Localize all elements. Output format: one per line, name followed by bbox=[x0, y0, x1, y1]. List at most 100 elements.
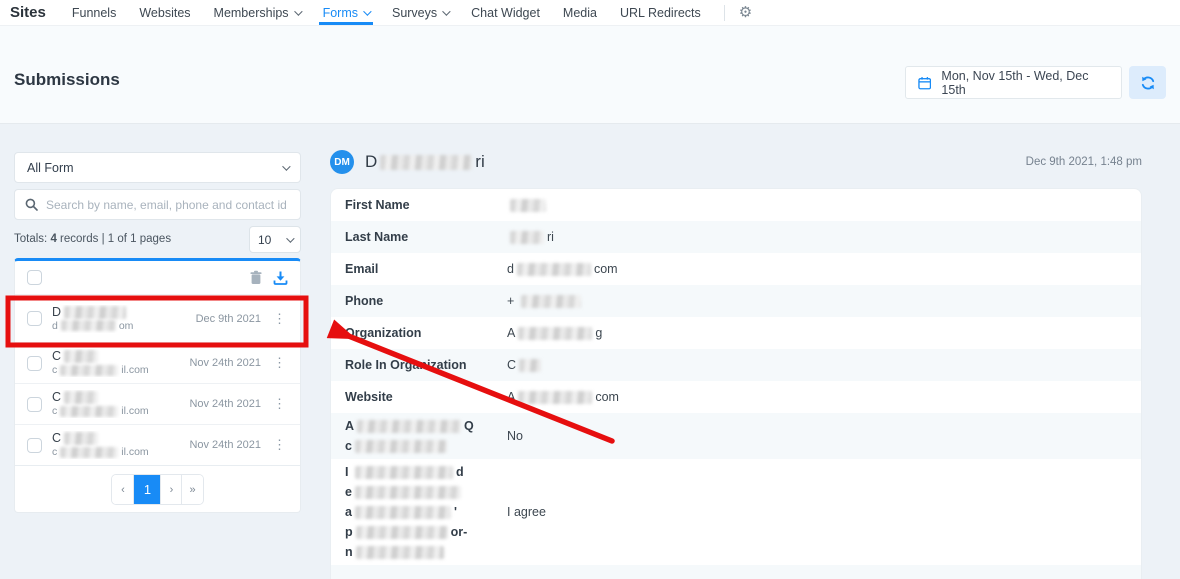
redacted-blur bbox=[510, 198, 546, 212]
field-label-line: I d bbox=[345, 462, 507, 482]
row-menu-kebab-icon[interactable]: ⋮ bbox=[271, 355, 288, 371]
row-email: c il.com bbox=[52, 364, 179, 377]
field-value-text: com bbox=[593, 262, 618, 276]
nav-separator bbox=[723, 4, 725, 21]
nav-item-label: Funnels bbox=[71, 5, 117, 20]
nav-item-label: Memberships bbox=[213, 5, 289, 20]
row-checkbox[interactable] bbox=[27, 396, 42, 412]
field-label-text: n bbox=[345, 545, 353, 559]
redacted-blur bbox=[60, 320, 116, 332]
field-label-line: a ' bbox=[345, 502, 507, 522]
row-menu-kebab-icon[interactable]: ⋮ bbox=[271, 437, 288, 453]
submission-row[interactable]: Cc il.com Nov 24th 2021 ⋮ bbox=[15, 342, 300, 383]
brand-sites[interactable]: Sites bbox=[10, 4, 46, 21]
nav-item-label: Surveys bbox=[391, 5, 438, 20]
pagination: ‹ 1 › » bbox=[111, 474, 204, 505]
field-value: C bbox=[507, 358, 544, 372]
nav-item-label: Media bbox=[562, 5, 597, 20]
redacted-blur bbox=[354, 505, 451, 519]
list-footer: ‹ 1 › » bbox=[15, 465, 300, 513]
redacted-blur bbox=[354, 465, 453, 479]
redacted-blur bbox=[518, 326, 593, 340]
row-contact: Cc il.com bbox=[52, 431, 179, 459]
field-label-line: Role In Organization bbox=[345, 355, 507, 375]
redacted-blur bbox=[60, 364, 119, 376]
submission-row[interactable]: Cc il.com Nov 24th 2021 ⋮ bbox=[15, 383, 300, 424]
row-email-text: c bbox=[52, 405, 58, 417]
row-date: Dec 9th 2021 bbox=[195, 312, 261, 325]
row-name-text: C bbox=[52, 349, 62, 363]
nav-item-surveys[interactable]: Surveys bbox=[391, 0, 451, 25]
submission-row[interactable]: Cc il.com Nov 24th 2021 ⋮ bbox=[15, 424, 300, 465]
row-email-text: c bbox=[52, 364, 58, 376]
nav-item-websites[interactable]: Websites bbox=[139, 0, 190, 25]
field-label: Phone bbox=[331, 291, 507, 311]
nav-item-label: URL Redirects bbox=[619, 5, 701, 20]
nav-item-label: Forms bbox=[322, 5, 358, 20]
submission-row[interactable]: Dd om Dec 9th 2021 ⋮ bbox=[15, 294, 300, 342]
row-menu-kebab-icon[interactable]: ⋮ bbox=[271, 311, 288, 327]
field-label-text: d bbox=[455, 465, 464, 479]
field-value-text: No bbox=[507, 429, 523, 443]
redacted-blur bbox=[60, 405, 119, 417]
submission-timestamp: Dec 9th 2021, 1:48 pm bbox=[1025, 156, 1142, 168]
redacted-blur bbox=[60, 446, 119, 458]
nav-item-memberships[interactable]: Memberships bbox=[213, 0, 303, 25]
field-label-line: n bbox=[345, 542, 507, 562]
field-rows: First Name Last Name ri Email d com Phone + Org… bbox=[331, 189, 1141, 565]
nav-item-media[interactable]: Media bbox=[563, 0, 597, 25]
list-header bbox=[15, 261, 300, 294]
row-email: d om bbox=[52, 320, 186, 333]
field-label: Role In Organization bbox=[331, 355, 507, 375]
field-value: ri bbox=[507, 230, 554, 244]
row-checkbox[interactable] bbox=[27, 311, 42, 326]
nav-item-forms[interactable]: Forms bbox=[318, 0, 374, 25]
delete-button[interactable] bbox=[249, 270, 263, 285]
field-label-text: Email bbox=[345, 262, 379, 276]
nav-items: Funnels Websites Memberships Forms Surveys Ch… bbox=[72, 0, 724, 25]
chevron-down-icon bbox=[282, 161, 291, 171]
field-value-text: g bbox=[595, 326, 603, 340]
field-label-line: Last Name bbox=[345, 227, 507, 247]
nav-item-funnels[interactable]: Funnels bbox=[72, 0, 116, 25]
refresh-button[interactable] bbox=[1129, 66, 1166, 99]
field-value-text: I agree bbox=[507, 505, 546, 519]
row-name: C bbox=[52, 349, 179, 364]
export-download-button[interactable] bbox=[273, 270, 288, 285]
page-header: Submissions Mon, Nov 15th - Wed, Dec 15t… bbox=[0, 26, 1180, 124]
nav-item-url-redirects[interactable]: URL Redirects bbox=[620, 0, 701, 25]
field-value: Ag bbox=[507, 326, 602, 340]
page-size-select[interactable]: 10 bbox=[249, 226, 301, 253]
select-all-checkbox[interactable] bbox=[27, 270, 42, 285]
field-label-line: Phone bbox=[345, 291, 507, 311]
next-page-button[interactable]: › bbox=[160, 475, 182, 504]
redacted-blur bbox=[510, 230, 544, 244]
field-row: Role In Organization C bbox=[331, 349, 1141, 381]
nav-item-label: Chat Widget bbox=[471, 5, 540, 20]
form-filter-select[interactable]: All Form bbox=[14, 152, 301, 183]
row-date: Nov 24th 2021 bbox=[189, 398, 261, 410]
search-input[interactable] bbox=[46, 197, 290, 212]
last-page-button[interactable]: » bbox=[181, 475, 203, 504]
form-filter-value: All Form bbox=[27, 160, 74, 175]
field-label-text: a bbox=[345, 505, 352, 519]
prev-page-button[interactable]: ‹ bbox=[112, 475, 134, 504]
chevron-down-icon bbox=[442, 6, 451, 16]
page-1-button[interactable]: 1 bbox=[133, 475, 161, 504]
field-label-text: Last Name bbox=[345, 230, 409, 244]
row-checkbox[interactable] bbox=[27, 355, 42, 371]
field-label-text: ' bbox=[453, 505, 457, 519]
field-row: Website Acom bbox=[331, 381, 1141, 413]
field-value-text: com bbox=[595, 390, 619, 404]
field-row: A Qc No bbox=[331, 413, 1141, 459]
settings-gear-icon[interactable]: ⚙ bbox=[739, 5, 752, 20]
date-range-picker[interactable]: Mon, Nov 15th - Wed, Dec 15th bbox=[905, 66, 1122, 99]
row-checkbox[interactable] bbox=[27, 437, 42, 453]
row-name: C bbox=[52, 390, 179, 405]
nav-item-chat-widget[interactable]: Chat Widget bbox=[471, 0, 540, 25]
row-contact: Cc il.com bbox=[52, 349, 179, 377]
field-label: Website bbox=[331, 387, 507, 407]
nav-item-label: Websites bbox=[139, 5, 191, 20]
field-label: First Name bbox=[331, 195, 507, 215]
row-menu-kebab-icon[interactable]: ⋮ bbox=[271, 396, 288, 412]
